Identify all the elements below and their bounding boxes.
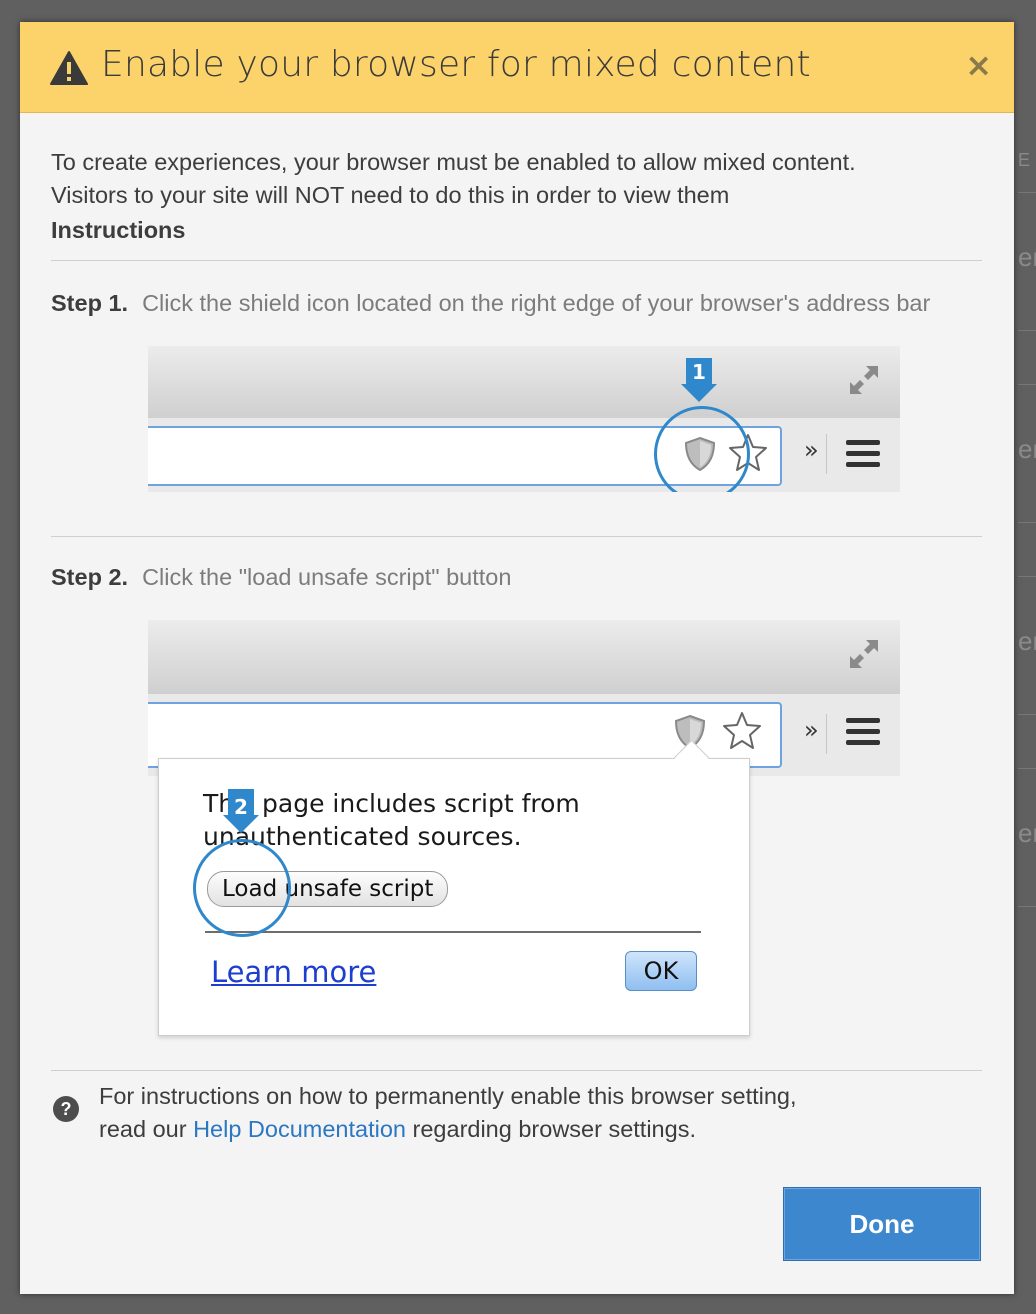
toolbar-divider <box>826 434 827 474</box>
intro-line: Visitors to your site will NOT need to d… <box>51 182 730 208</box>
toolbar-divider <box>826 714 827 754</box>
section-divider <box>51 1070 982 1071</box>
backdrop-text: er <box>1018 434 1036 464</box>
backdrop-divider <box>1018 192 1036 193</box>
help-text: For instructions on how to permanently e… <box>99 1080 797 1146</box>
step-number: Step 2. <box>51 564 129 590</box>
backdrop-divider <box>1018 522 1036 523</box>
hamburger-menu-icon <box>846 440 880 468</box>
callout-ring <box>193 839 291 937</box>
star-icon <box>723 712 761 749</box>
ok-button: OK <box>625 951 697 991</box>
browser-tab-bar <box>148 620 900 694</box>
section-divider <box>51 536 982 537</box>
step-number: Step 1. <box>51 290 129 316</box>
step-2: Step 2. Click the "load unsafe script" bu… <box>51 564 511 591</box>
unsafe-script-popup: This page includes script from unauthent… <box>158 739 750 1036</box>
step-2-illustration: » <box>148 620 900 776</box>
callout-number: 2 <box>234 795 248 819</box>
expand-icon <box>850 366 878 394</box>
learn-more-link: Learn more <box>211 955 377 989</box>
backdrop-divider <box>1018 576 1036 577</box>
step-text: Click the shield icon located on the rig… <box>142 290 931 316</box>
backdrop-divider <box>1018 768 1036 769</box>
mixed-content-dialog: Enable your browser for mixed content × … <box>20 22 1014 1294</box>
backdrop-text: er <box>1018 626 1036 656</box>
help-line: For instructions on how to permanently e… <box>99 1083 797 1109</box>
help-line-suffix: regarding browser settings. <box>406 1116 696 1142</box>
section-divider <box>51 260 982 261</box>
help-question-icon: ? <box>53 1096 79 1122</box>
backdrop-divider <box>1018 714 1036 715</box>
help-line: read our Help Documentation regarding br… <box>99 1113 797 1146</box>
dialog-header: Enable your browser for mixed content × <box>20 22 1014 113</box>
backdrop-divider <box>1018 330 1036 331</box>
warning-icon <box>50 51 88 85</box>
browser-tab-bar <box>148 346 900 418</box>
popup-divider <box>205 931 701 933</box>
popup-message-line: This page includes script from <box>203 789 580 818</box>
backdrop-divider <box>1018 384 1036 385</box>
done-button[interactable]: Done <box>783 1187 981 1261</box>
callout-number: 1 <box>692 360 706 384</box>
overflow-chevron: » <box>804 436 819 464</box>
step-1-illustration: » 1 <box>148 346 900 492</box>
intro-line: To create experiences, your browser must… <box>51 149 856 175</box>
dialog-title: Enable your browser for mixed content <box>101 44 811 85</box>
step-text: Click the "load unsafe script" button <box>142 564 512 590</box>
close-button[interactable]: × <box>965 46 992 84</box>
overflow-chevron: » <box>804 716 819 744</box>
help-documentation-link[interactable]: Help Documentation <box>193 1116 406 1142</box>
callout-ring <box>654 406 750 492</box>
intro-text: To create experiences, your browser must… <box>51 146 856 247</box>
expand-icon <box>850 640 878 668</box>
hamburger-menu-icon <box>846 718 880 746</box>
instructions-heading: Instructions <box>51 217 186 243</box>
browser-toolbar: » <box>148 418 900 492</box>
backdrop-text: er <box>1018 242 1036 272</box>
backdrop-divider <box>1018 906 1036 907</box>
backdrop-text: E <box>1018 150 1031 170</box>
step-1: Step 1. Click the shield icon located on … <box>51 290 930 317</box>
backdrop-text: er <box>1018 818 1036 848</box>
help-line-prefix: read our <box>99 1116 194 1142</box>
